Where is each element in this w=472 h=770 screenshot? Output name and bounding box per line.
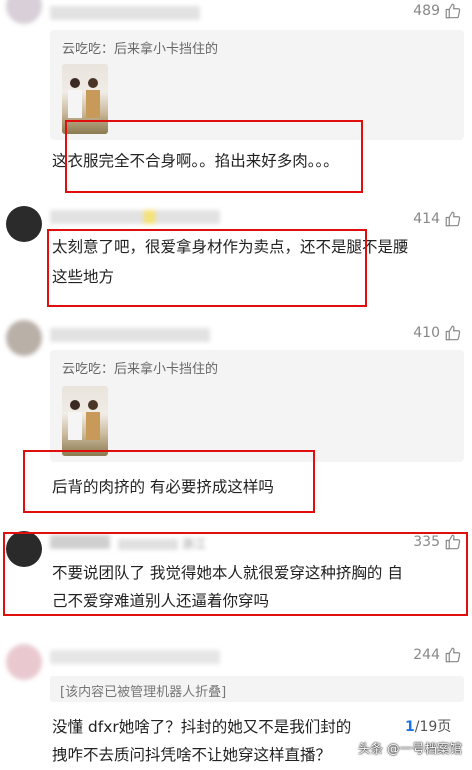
avatar[interactable] <box>6 644 42 680</box>
thumbs-up-icon <box>445 325 461 341</box>
page-indicator: 1/19页 <box>405 716 451 736</box>
watermark: 头条 @一号档案馆 <box>358 741 462 756</box>
like-button[interactable]: 410 <box>413 324 462 342</box>
thumbs-up-icon <box>445 647 461 663</box>
like-count: 410 <box>413 325 440 341</box>
like-button[interactable]: 244 <box>413 646 462 664</box>
like-button[interactable]: 489 <box>413 2 462 20</box>
username[interactable] <box>50 328 210 342</box>
username[interactable] <box>50 6 200 20</box>
page-total: /19页 <box>414 719 452 735</box>
folded-notice[interactable]: [该内容已被管理机器人折叠] <box>50 676 464 702</box>
username[interactable] <box>50 210 220 224</box>
quote-image-thumbnail[interactable] <box>62 386 108 456</box>
quote-text: 云吃吃：后来拿小卡挡住的 <box>62 42 219 57</box>
username[interactable] <box>50 650 220 664</box>
avatar[interactable] <box>6 320 42 356</box>
like-button[interactable]: 414 <box>413 210 462 228</box>
page-current: 1 <box>405 719 415 735</box>
thumbs-up-icon <box>445 211 461 227</box>
like-count: 414 <box>413 211 440 227</box>
like-count: 489 <box>413 3 440 19</box>
highlight-box <box>3 532 468 616</box>
quoted-reply[interactable]: 云吃吃：后来拿小卡挡住的 <box>50 350 464 462</box>
like-count: 244 <box>413 647 440 663</box>
comment-text-line-2: 拽咋不去质问抖凭啥不让她穿这样直播？ <box>52 746 332 764</box>
avatar[interactable] <box>6 0 42 24</box>
folded-notice-text: [该内容已被管理机器人折叠] <box>60 685 227 700</box>
highlight-box <box>47 229 367 307</box>
quote-text: 云吃吃：后来拿小卡挡住的 <box>62 362 219 377</box>
highlight-box <box>23 450 315 513</box>
avatar[interactable] <box>6 206 42 242</box>
highlight-box <box>65 120 363 193</box>
thumbs-up-icon <box>445 3 461 19</box>
comment-text-line-1: 没懂 dfxr她啥了？抖封的她又不是我们封的 <box>52 718 352 736</box>
